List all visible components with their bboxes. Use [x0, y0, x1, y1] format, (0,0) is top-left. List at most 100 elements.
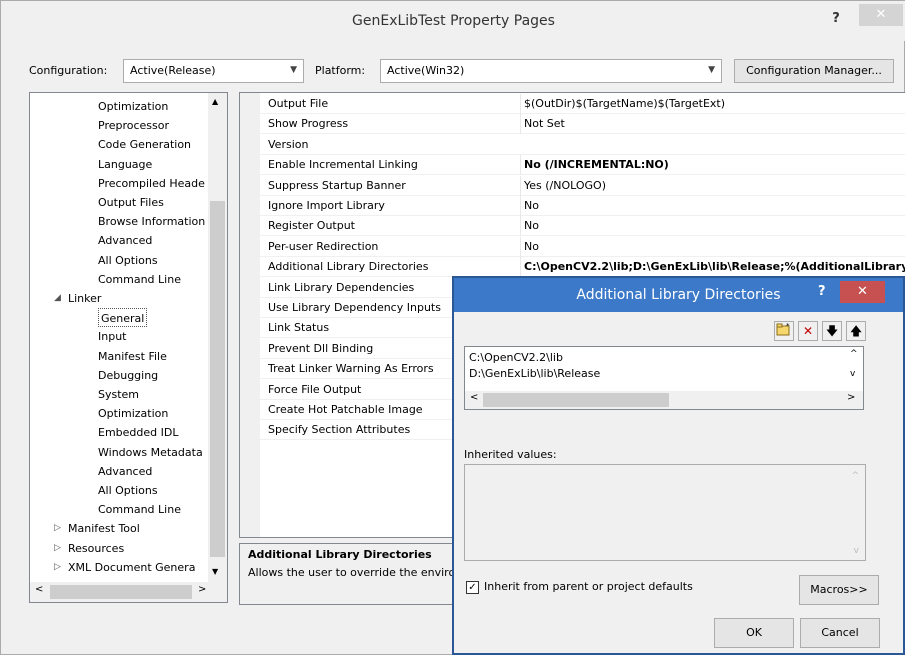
scroll-right-icon[interactable]: > — [847, 392, 855, 403]
tree-item-label: Output Files — [98, 196, 164, 209]
tree-hscroll-thumb[interactable] — [50, 585, 192, 599]
chevron-up-icon[interactable]: ^ — [850, 349, 858, 359]
tree-vertical-scrollbar[interactable]: ▲ ▼ — [208, 93, 227, 582]
dialog-title-bar: Additional Library Directories ? ✕ — [454, 278, 903, 312]
tree-horizontal-scrollbar[interactable]: < > — [30, 582, 227, 602]
arrow-up-icon[interactable]: 🡅 — [846, 321, 866, 341]
property-value[interactable]: No — [520, 196, 905, 216]
list-item[interactable]: D:\GenExLib\lib\Release — [469, 367, 600, 380]
list-horizontal-scrollbar[interactable]: < > — [465, 391, 863, 409]
collapse-arrow-icon[interactable]: ◢ — [54, 289, 61, 308]
inherit-checkbox[interactable]: ✓ — [466, 581, 479, 594]
tree-item[interactable]: Preprocessor — [98, 116, 169, 135]
tree-item[interactable]: ◢ Linker — [54, 289, 101, 308]
tree-item[interactable]: ▷ Manifest Tool — [54, 519, 140, 538]
expand-arrow-icon[interactable]: ▷ — [54, 539, 61, 558]
new-folder-icon[interactable]: * — [774, 321, 794, 341]
ok-button[interactable]: OK — [714, 618, 794, 648]
tree-item-label: Code Generation — [98, 138, 192, 152]
tree-item[interactable]: Language — [98, 155, 152, 174]
tree-item[interactable]: Optimization — [98, 404, 168, 423]
macros-button[interactable]: Macros>> — [799, 575, 879, 605]
tree-item[interactable]: Advanced — [98, 462, 152, 481]
scroll-left-icon[interactable]: < — [470, 392, 478, 403]
tree-item-label: Manifest Tool — [68, 522, 140, 536]
property-value[interactable]: C:\OpenCV2.2\lib;D:\GenExLib\lib\Release… — [520, 257, 905, 278]
tree-item-label: General — [101, 312, 145, 326]
chevron-down-icon: ▼ — [290, 65, 297, 75]
tree-item[interactable]: All Options — [98, 481, 158, 500]
scroll-up-icon[interactable]: ▲ — [212, 97, 218, 106]
tree-item[interactable]: Advanced — [98, 231, 152, 250]
chevron-down-icon[interactable]: v — [850, 369, 855, 379]
scroll-down-icon[interactable]: ▼ — [212, 567, 218, 576]
property-name: Additional Library Directories — [268, 260, 429, 274]
directories-list[interactable]: C:\OpenCV2.2\lib D:\GenExLib\lib\Release… — [464, 346, 864, 410]
list-item[interactable]: C:\OpenCV2.2\lib — [469, 351, 563, 364]
platform-select[interactable]: Active(Win32) ▼ — [380, 59, 722, 83]
list-hscroll-thumb[interactable] — [483, 393, 669, 407]
property-row[interactable]: Per-user Redirection No — [260, 236, 905, 257]
tree-item-label: Windows Metadata — [98, 445, 203, 459]
configuration-bar: Configuration: Active(Release) ▼ Platfor… — [1, 53, 905, 89]
configuration-select[interactable]: Active(Release) ▼ — [123, 59, 304, 83]
description-title: Additional Library Directories — [248, 548, 432, 561]
tree-scroll-thumb[interactable] — [210, 201, 225, 557]
property-row[interactable]: Ignore Import Library No — [260, 196, 905, 216]
property-value[interactable]: Not Set — [520, 114, 905, 135]
delete-icon[interactable]: ✕ — [798, 321, 818, 341]
tree-item-label: XML Document Genera — [68, 560, 196, 574]
property-value[interactable]: No (/INCREMENTAL:NO) — [520, 155, 905, 176]
tree-item[interactable]: Windows Metadata — [98, 443, 203, 462]
configuration-manager-button[interactable]: Configuration Manager... — [734, 59, 894, 83]
property-row[interactable]: Additional Library Directories C:\OpenCV2… — [260, 257, 905, 278]
tree-item[interactable]: General — [98, 308, 148, 328]
tree-item-label: Input — [98, 330, 127, 344]
tree-item[interactable]: Debugging — [98, 366, 158, 385]
tree-item[interactable]: Input — [98, 327, 126, 346]
cancel-button[interactable]: Cancel — [800, 618, 880, 648]
property-row[interactable]: Register Output No — [260, 216, 905, 237]
dialog-close-button[interactable]: ✕ — [840, 281, 885, 303]
tree-item[interactable]: Command Line — [98, 500, 181, 519]
svg-text:*: * — [786, 322, 790, 330]
tree-item[interactable]: System — [98, 385, 139, 404]
tree-item-label: Advanced — [98, 464, 153, 478]
tree-item-label: Advanced — [98, 234, 153, 248]
list-vertical-scrollbar[interactable]: ^ v — [845, 347, 863, 391]
tree-item[interactable]: Embedded IDL — [98, 423, 178, 442]
property-row[interactable]: Suppress Startup Banner Yes (/NOLOGO) — [260, 175, 905, 196]
property-name: Suppress Startup Banner — [268, 178, 406, 192]
property-value[interactable]: No — [520, 236, 905, 257]
dialog-toolbar: * ✕ 🡇 🡅 — [774, 321, 870, 343]
property-value[interactable]: $(OutDir)$(TargetName)$(TargetExt) — [520, 94, 905, 114]
tree-item[interactable]: Manifest File — [98, 347, 167, 366]
property-value[interactable]: Yes (/NOLOGO) — [520, 175, 905, 196]
window-title: GenExLibTest Property Pages — [352, 13, 555, 29]
property-row[interactable]: Version — [260, 135, 905, 155]
tree-item[interactable]: Optimization — [98, 97, 168, 116]
expand-arrow-icon[interactable]: ▷ — [54, 558, 61, 577]
property-row[interactable]: Output File $(OutDir)$(TargetName)$(Targe… — [260, 94, 905, 114]
property-row[interactable]: Enable Incremental Linking No (/INCREMENT… — [260, 155, 905, 176]
tree-item[interactable]: Command Line — [98, 270, 181, 289]
tree-item[interactable]: Output Files — [98, 193, 164, 212]
property-row[interactable]: Show Progress Not Set — [260, 114, 905, 135]
tree-item[interactable]: Browse Information — [98, 212, 205, 231]
property-value[interactable]: No — [520, 216, 905, 237]
tree-item[interactable]: All Options — [98, 251, 158, 270]
scroll-left-icon[interactable]: < — [35, 584, 43, 595]
tree-item[interactable]: Code Generation — [98, 135, 191, 154]
arrow-down-icon[interactable]: 🡇 — [822, 321, 842, 341]
tree-item[interactable]: Precompiled Heade — [98, 174, 205, 193]
grid-gutter — [240, 93, 260, 537]
expand-arrow-icon[interactable]: ▷ — [54, 519, 61, 538]
tree-item[interactable]: ▷ Resources — [54, 539, 125, 558]
dialog-help-button[interactable]: ? — [818, 284, 826, 299]
scroll-right-icon[interactable]: > — [198, 584, 206, 595]
tree-item-label: Resources — [68, 541, 125, 555]
close-button[interactable]: ✕ — [859, 4, 903, 26]
tree-item[interactable]: ▷ XML Document Genera — [54, 558, 196, 577]
help-button[interactable]: ? — [821, 11, 851, 31]
property-name: Register Output — [268, 219, 355, 233]
